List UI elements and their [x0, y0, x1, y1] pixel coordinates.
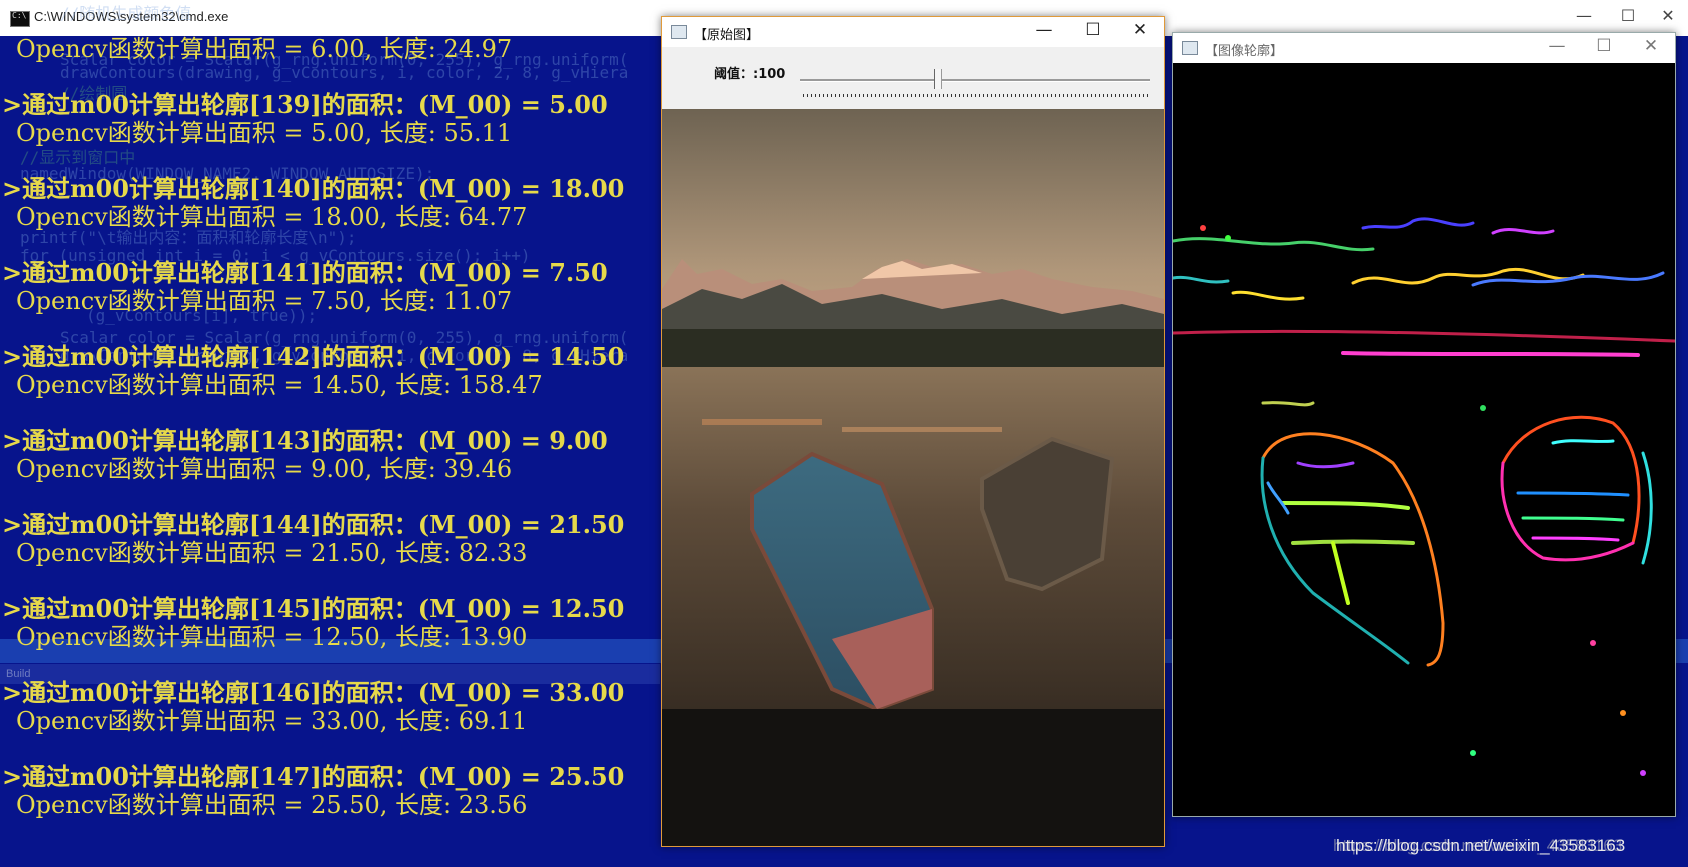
- console-area-line: Opencv函数计算出面积 = 33.00, 长度: 69.11: [16, 707, 528, 735]
- threshold-label: 阈值：:100: [714, 67, 786, 82]
- cmd-app-icon: [10, 11, 30, 27]
- console-area-line: Opencv函数计算出面积 = 25.50, 长度: 23.56: [16, 791, 528, 819]
- console-m00-line: >通过m00计算出轮廓[146]的面积：(M_00) = 33.00: [2, 678, 625, 707]
- window-app-icon: [671, 25, 687, 39]
- ghost-code-line: drawContours(drawing, g_vContours, i, co…: [60, 63, 629, 82]
- console-area-line: Opencv函数计算出面积 = 5.00, 长度: 55.11: [16, 119, 513, 147]
- threshold-slider-rail[interactable]: [800, 79, 1150, 82]
- console-m00-line: >通过m00计算出轮廓[143]的面积：(M_00) = 9.00: [2, 426, 608, 455]
- original-window-title: 【原始图】: [694, 27, 760, 42]
- console-area-line: Opencv函数计算出面积 = 21.50, 长度: 82.33: [16, 539, 528, 567]
- ghost-code-line: //随机生成颜色值: [60, 4, 192, 23]
- console-m00-line: >通过m00计算出轮廓[140]的面积：(M_00) = 18.00: [2, 174, 625, 203]
- original-photo: [662, 109, 1164, 846]
- threshold-trackbar-panel: 阈值：:100: [662, 47, 1164, 109]
- close-button[interactable]: ✕: [1631, 36, 1671, 56]
- contour-drawing-canvas: [1173, 63, 1675, 816]
- console-area-line: Opencv函数计算出面积 = 9.00, 长度: 39.46: [16, 455, 513, 483]
- console-m00-line: >通过m00计算出轮廓[142]的面积：(M_00) = 14.50: [2, 342, 625, 371]
- console-m00-line: >通过m00计算出轮廓[139]的面积：(M_00) = 5.00: [2, 90, 608, 119]
- console-area-line: Opencv函数计算出面积 = 7.50, 长度: 11.07: [16, 287, 513, 315]
- threshold-slider-thumb[interactable]: [934, 69, 943, 89]
- console-area-line: Opencv函数计算出面积 = 6.00, 长度: 24.97: [16, 35, 513, 63]
- lake-boats-photo: [662, 109, 1164, 846]
- minimize-button[interactable]: —: [1024, 20, 1064, 40]
- maximize-button[interactable]: ☐: [1608, 6, 1648, 25]
- contour-window-titlebar[interactable]: 【图像轮廓】 — ☐ ✕: [1173, 33, 1675, 63]
- console-m00-line: >通过m00计算出轮廓[145]的面积：(M_00) = 12.50: [2, 594, 625, 623]
- original-image-window: 【原始图】 — ☐ ✕ 阈值：:100: [661, 16, 1165, 847]
- original-window-titlebar[interactable]: 【原始图】 — ☐ ✕: [662, 17, 1164, 47]
- console-area-line: Opencv函数计算出面积 = 12.50, 长度: 13.90: [16, 623, 528, 651]
- console-area-line: Opencv函数计算出面积 = 18.00, 长度: 64.77: [16, 203, 528, 231]
- console-m00-line: >通过m00计算出轮廓[144]的面积：(M_00) = 21.50: [2, 510, 625, 539]
- close-button[interactable]: ✕: [1120, 20, 1160, 40]
- threshold-slider-ticks: [803, 94, 1149, 97]
- console-m00-line: >通过m00计算出轮廓[141]的面积：(M_00) = 7.50: [2, 258, 608, 287]
- console-area-line: Opencv函数计算出面积 = 14.50, 长度: 158.47: [16, 371, 543, 399]
- minimize-button[interactable]: —: [1537, 36, 1577, 56]
- contour-drawing: [1173, 217, 1675, 776]
- maximize-button[interactable]: ☐: [1584, 36, 1624, 56]
- watermark: https://blog.csdn.net/weixin_43583163: [1336, 836, 1626, 855]
- minimize-button[interactable]: —: [1564, 6, 1604, 25]
- maximize-button[interactable]: ☐: [1073, 20, 1113, 40]
- contour-window-title: 【图像轮廓】: [1205, 43, 1284, 58]
- contour-image-window: 【图像轮廓】 — ☐ ✕: [1172, 32, 1676, 817]
- close-button[interactable]: ✕: [1648, 6, 1688, 25]
- window-app-icon: [1182, 41, 1198, 55]
- console-m00-line: >通过m00计算出轮廓[147]的面积：(M_00) = 25.50: [2, 762, 625, 791]
